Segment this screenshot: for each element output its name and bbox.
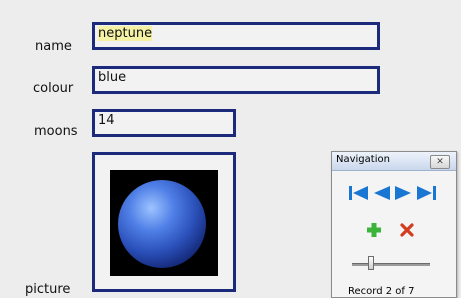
record-status: Record 2 of 7	[348, 286, 415, 297]
close-icon[interactable]: ✕	[430, 155, 450, 169]
delete-record-icon[interactable]	[400, 223, 414, 237]
navigation-window: Navigation ✕ Record 2 of 7	[331, 151, 457, 298]
planet-image	[110, 170, 218, 276]
record-slider-thumb[interactable]	[368, 256, 374, 270]
next-record-icon[interactable]	[394, 185, 412, 201]
colour-label: colour	[33, 81, 74, 96]
add-record-icon[interactable]	[366, 222, 382, 238]
navigation-title-bar[interactable]: Navigation ✕	[332, 152, 456, 171]
record-slider-track[interactable]	[352, 263, 430, 266]
moons-value: 14	[98, 113, 115, 128]
name-label: name	[35, 39, 72, 54]
picture-label: picture	[25, 282, 71, 297]
navigation-title: Navigation	[336, 154, 390, 165]
name-value: neptune	[98, 26, 153, 41]
neptune-planet	[118, 180, 206, 268]
colour-value: blue	[98, 70, 127, 85]
picture-frame[interactable]	[92, 152, 236, 292]
previous-record-icon[interactable]	[373, 185, 391, 201]
name-field[interactable]: neptune	[92, 22, 380, 50]
first-record-icon[interactable]	[348, 185, 370, 201]
moons-label: moons	[34, 124, 78, 139]
moons-field[interactable]: 14	[92, 109, 236, 137]
last-record-icon[interactable]	[415, 185, 437, 201]
colour-field[interactable]: blue	[92, 66, 380, 94]
